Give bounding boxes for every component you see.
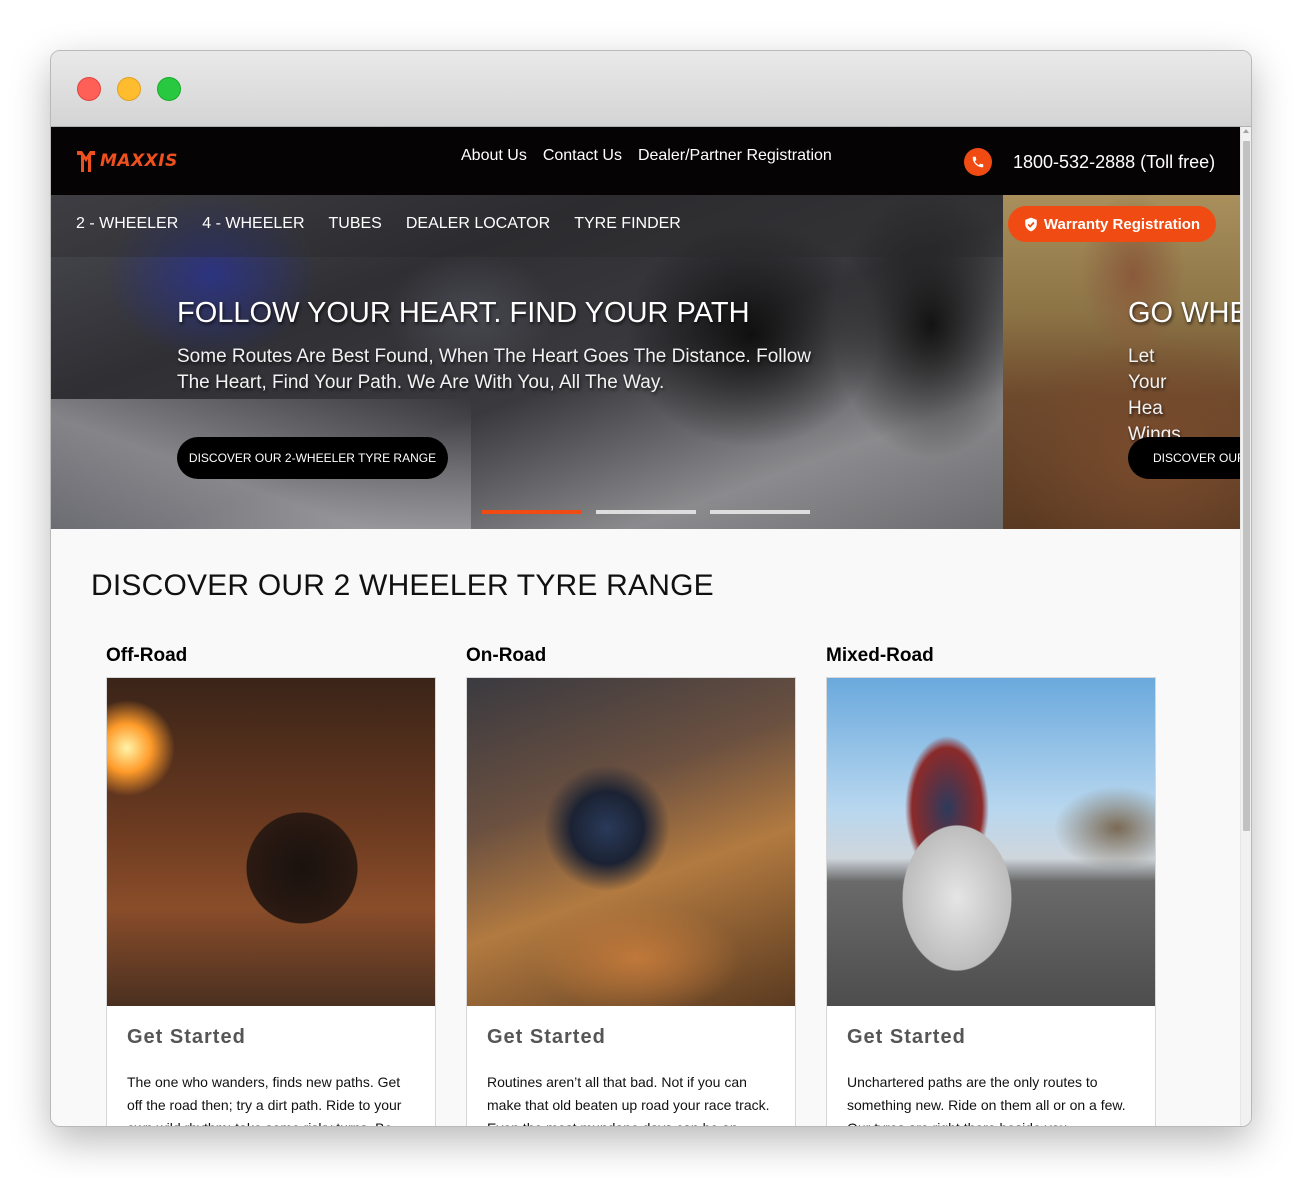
page-viewport: MAXXIS About Us Contact Us Dealer/Partne… xyxy=(51,127,1251,1126)
card-label: Off-Road xyxy=(106,645,188,666)
top-links: About Us Contact Us Dealer/Partner Regis… xyxy=(461,147,832,165)
on-road-image xyxy=(467,678,795,1006)
card[interactable]: Get Started Routines aren’t all that bad… xyxy=(466,677,796,1126)
maxxis-logo[interactable]: MAXXIS xyxy=(76,149,178,173)
carousel-indicator-3[interactable] xyxy=(710,510,810,514)
card-heading[interactable]: Get Started xyxy=(847,1026,1135,1049)
range-card-mixed-road: Mixed-Road Get Started Unchartered paths… xyxy=(826,645,1156,1126)
warranty-button-label: Warranty Registration xyxy=(1043,215,1201,233)
browser-window: MAXXIS About Us Contact Us Dealer/Partne… xyxy=(50,50,1252,1127)
discover-slide-2-button[interactable]: DISCOVER OUR S xyxy=(1128,437,1240,479)
card-label: On-Road xyxy=(466,645,547,666)
card-heading[interactable]: Get Started xyxy=(487,1026,775,1049)
title-bar xyxy=(51,51,1251,127)
phone-number: 1800-532-2888 (Toll free) xyxy=(1013,151,1216,172)
minimize-window-button[interactable] xyxy=(117,77,141,101)
hero-slide-2-subtitle-text: Let Your Hea Wings. xyxy=(1128,346,1187,445)
top-header: MAXXIS About Us Contact Us Dealer/Partne… xyxy=(51,127,1240,195)
section-title: DISCOVER OUR 2 WHEELER TYRE RANGE xyxy=(91,569,714,602)
phone-icon xyxy=(964,148,992,176)
card[interactable]: Get Started The one who wanders, finds n… xyxy=(106,677,436,1126)
scroll-up-arrow-icon[interactable] xyxy=(1243,129,1249,133)
scrollbar-thumb[interactable] xyxy=(1243,141,1250,831)
phone-contact[interactable]: 1800-532-2888 (Toll free) xyxy=(964,148,1215,176)
discover-2-wheeler-button[interactable]: DISCOVER OUR 2-WHEELER TYRE RANGE xyxy=(177,437,448,479)
off-road-image xyxy=(107,678,435,1006)
mixed-road-image xyxy=(827,678,1155,1006)
contact-us-link[interactable]: Contact Us xyxy=(543,147,622,165)
carousel-indicator-2[interactable] xyxy=(596,510,696,514)
vertical-scrollbar[interactable] xyxy=(1240,127,1251,1126)
warranty-registration-button[interactable]: Warranty Registration xyxy=(1008,206,1216,242)
nav-2-wheeler[interactable]: 2 - WHEELER xyxy=(76,215,178,233)
shield-check-icon xyxy=(1025,217,1037,231)
main-nav: 2 - WHEELER 4 - WHEELER TUBES DEALER LOC… xyxy=(51,195,1003,257)
nav-dealer-locator[interactable]: DEALER LOCATOR xyxy=(406,215,550,233)
maximize-window-button[interactable] xyxy=(157,77,181,101)
hero-slide-2-title: GO WHE xyxy=(1128,297,1240,329)
card-text: The one who wanders, finds new paths. Ge… xyxy=(127,1074,402,1126)
carousel-indicators xyxy=(482,510,810,514)
card-label: Mixed-Road xyxy=(826,645,934,666)
card-heading[interactable]: Get Started xyxy=(127,1026,415,1049)
nav-tyre-finder[interactable]: TYRE FINDER xyxy=(574,215,681,233)
card-text: Routines aren’t all that bad. Not if you… xyxy=(487,1074,770,1126)
hero-subtitle: Some Routes Are Best Found, When The Hea… xyxy=(177,346,811,393)
hero-carousel: 2 - WHEELER 4 - WHEELER TUBES DEALER LOC… xyxy=(51,195,1240,529)
logo-text: MAXXIS xyxy=(100,151,178,171)
hero-slide-2-subtitle: Let Your Hea Wings. xyxy=(1128,344,1240,448)
carousel-indicator-1[interactable] xyxy=(482,510,582,514)
range-card-off-road: Off-Road Get Started The one who wanders… xyxy=(106,645,436,1126)
maxxis-logo-icon xyxy=(77,151,95,172)
close-window-button[interactable] xyxy=(77,77,101,101)
dealer-registration-link[interactable]: Dealer/Partner Registration xyxy=(638,147,832,165)
range-card-on-road: On-Road Get Started Routines aren’t all … xyxy=(466,645,796,1126)
nav-4-wheeler[interactable]: 4 - WHEELER xyxy=(202,215,304,233)
card[interactable]: Get Started Unchartered paths are the on… xyxy=(826,677,1156,1126)
about-us-link[interactable]: About Us xyxy=(461,147,527,165)
nav-tubes[interactable]: TUBES xyxy=(329,215,382,233)
hero-title: FOLLOW YOUR HEART. FIND YOUR PATH xyxy=(177,297,750,329)
card-text: Unchartered paths are the only routes to… xyxy=(847,1074,1126,1126)
